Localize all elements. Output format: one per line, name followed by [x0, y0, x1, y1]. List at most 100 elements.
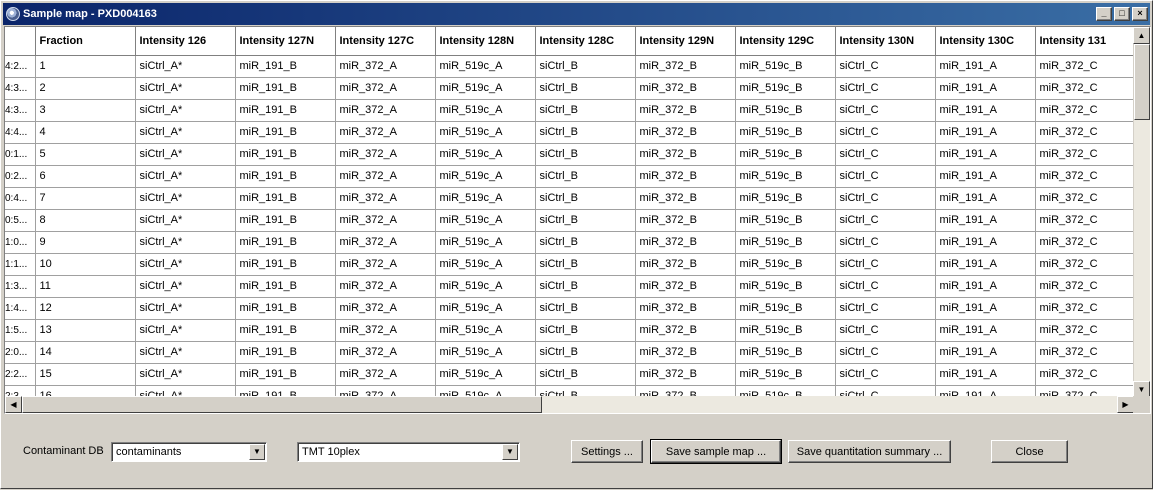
table-cell[interactable]: miR_191_B [235, 165, 336, 188]
close-button[interactable]: Close [991, 440, 1068, 463]
table-cell[interactable]: miR_372_C [1035, 231, 1134, 254]
table-cell[interactable]: 12 [35, 297, 136, 320]
table-row[interactable]: 1:3... 11 siCtrl_A* miR_191_B miR_372_A miR_5… [5, 275, 1134, 298]
table-cell[interactable]: miR_191_A [935, 363, 1036, 386]
row-header-cell[interactable]: 4:2... [5, 55, 36, 78]
table-cell[interactable]: siCtrl_C [835, 143, 936, 166]
table-cell[interactable]: siCtrl_A* [135, 55, 236, 78]
table-cell[interactable]: miR_372_A [335, 121, 436, 144]
table-cell[interactable]: siCtrl_B [535, 231, 636, 254]
table-cell[interactable]: miR_372_C [1035, 209, 1134, 232]
table-cell[interactable]: miR_191_B [235, 143, 336, 166]
table-row[interactable]: 4:3... 2 siCtrl_A* miR_191_B miR_372_A miR_51… [5, 77, 1134, 100]
row-header-cell[interactable]: 0:2... [5, 165, 36, 188]
table-cell[interactable]: siCtrl_A* [135, 297, 236, 320]
table-row[interactable]: 1:1... 10 siCtrl_A* miR_191_B miR_372_A miR_5… [5, 253, 1134, 276]
table-cell[interactable]: siCtrl_B [535, 77, 636, 100]
settings-button[interactable]: Settings ... [571, 440, 643, 463]
table-cell[interactable]: miR_372_C [1035, 341, 1134, 364]
table-cell[interactable]: siCtrl_A* [135, 143, 236, 166]
table-cell[interactable]: siCtrl_A* [135, 165, 236, 188]
table-cell[interactable]: miR_191_A [935, 99, 1036, 122]
table-cell[interactable]: siCtrl_B [535, 275, 636, 298]
table-cell[interactable]: miR_372_B [635, 187, 736, 210]
table-cell[interactable]: siCtrl_B [535, 253, 636, 276]
table-cell[interactable]: miR_372_C [1035, 77, 1134, 100]
table-row[interactable]: 0:4... 7 siCtrl_A* miR_191_B miR_372_A miR_51… [5, 187, 1134, 210]
row-header-cell[interactable]: 2:0... [5, 341, 36, 364]
table-cell[interactable]: miR_372_B [635, 55, 736, 78]
table-cell[interactable]: miR_372_B [635, 297, 736, 320]
table-cell[interactable]: miR_519c_A [435, 231, 536, 254]
table-cell[interactable]: miR_519c_A [435, 77, 536, 100]
table-row[interactable]: 1:5... 13 siCtrl_A* miR_191_B miR_372_A miR_5… [5, 319, 1134, 342]
column-header[interactable]: Intensity 129C [735, 27, 836, 56]
chevron-down-icon[interactable]: ▼ [502, 444, 518, 460]
column-header[interactable]: Intensity 126 [135, 27, 236, 56]
row-header-cell[interactable]: 1:0... [5, 231, 36, 254]
table-cell[interactable]: miR_519c_A [435, 121, 536, 144]
column-header[interactable]: Intensity 131 [1035, 27, 1134, 56]
table-cell[interactable]: siCtrl_C [835, 99, 936, 122]
table-cell[interactable]: siCtrl_A* [135, 253, 236, 276]
table-cell[interactable]: miR_519c_B [735, 275, 836, 298]
table-cell[interactable]: miR_519c_B [735, 297, 836, 320]
table-cell[interactable]: siCtrl_B [535, 319, 636, 342]
table-cell[interactable]: siCtrl_C [835, 297, 936, 320]
table-cell[interactable]: miR_191_A [935, 209, 1036, 232]
table-cell[interactable]: miR_372_C [1035, 297, 1134, 320]
table-cell[interactable]: 10 [35, 253, 136, 276]
table-cell[interactable]: miR_372_B [635, 99, 736, 122]
table-cell[interactable]: miR_372_B [635, 143, 736, 166]
table-cell[interactable]: miR_519c_A [435, 319, 536, 342]
table-cell[interactable]: 7 [35, 187, 136, 210]
table-cell[interactable]: miR_191_A [935, 341, 1036, 364]
table-cell[interactable]: siCtrl_A* [135, 187, 236, 210]
scroll-right-icon[interactable]: ▶ [1117, 396, 1134, 413]
table-row[interactable]: 4:3... 3 siCtrl_A* miR_191_B miR_372_A miR_51… [5, 99, 1134, 122]
table-cell[interactable]: siCtrl_B [535, 297, 636, 320]
table-cell[interactable]: miR_372_A [335, 77, 436, 100]
row-header-cell[interactable]: 4:3... [5, 77, 36, 100]
row-header-cell[interactable]: 1:1... [5, 253, 36, 276]
header-row-label[interactable] [5, 27, 36, 56]
table-cell[interactable]: 13 [35, 319, 136, 342]
table-cell[interactable]: miR_191_B [235, 297, 336, 320]
column-header[interactable]: Intensity 128N [435, 27, 536, 56]
table-cell[interactable]: miR_191_B [235, 275, 336, 298]
table-cell[interactable]: siCtrl_A* [135, 77, 236, 100]
table-cell[interactable]: miR_519c_B [735, 253, 836, 276]
table-cell[interactable]: miR_372_C [1035, 275, 1134, 298]
vertical-scroll-thumb[interactable] [1134, 44, 1150, 120]
table-cell[interactable]: siCtrl_A* [135, 99, 236, 122]
table-row[interactable]: 1:0... 9 siCtrl_A* miR_191_B miR_372_A miR_51… [5, 231, 1134, 254]
row-header-cell[interactable]: 0:1... [5, 143, 36, 166]
table-cell[interactable]: miR_191_B [235, 231, 336, 254]
table-cell[interactable]: miR_372_C [1035, 319, 1134, 342]
table-cell[interactable]: 9 [35, 231, 136, 254]
table-row[interactable]: 0:2... 6 siCtrl_A* miR_191_B miR_372_A miR_51… [5, 165, 1134, 188]
table-cell[interactable]: miR_191_B [235, 187, 336, 210]
table-cell[interactable]: miR_372_B [635, 165, 736, 188]
table-cell[interactable]: miR_191_B [235, 341, 336, 364]
row-header-cell[interactable]: 1:3... [5, 275, 36, 298]
table-cell[interactable]: miR_372_B [635, 319, 736, 342]
minimize-icon[interactable]: _ [1096, 7, 1112, 21]
row-header-cell[interactable]: 1:4... [5, 297, 36, 320]
table-cell[interactable]: miR_519c_A [435, 165, 536, 188]
table-cell[interactable]: siCtrl_C [835, 55, 936, 78]
table-cell[interactable]: siCtrl_B [535, 341, 636, 364]
table-cell[interactable]: siCtrl_C [835, 187, 936, 210]
table-cell[interactable]: miR_191_A [935, 165, 1036, 188]
table-cell[interactable]: miR_372_C [1035, 55, 1134, 78]
table-row[interactable]: 1:4... 12 siCtrl_A* miR_191_B miR_372_A miR_5… [5, 297, 1134, 320]
table-cell[interactable]: miR_519c_A [435, 253, 536, 276]
table-cell[interactable]: miR_519c_B [735, 77, 836, 100]
table-row[interactable]: 2:2... 15 siCtrl_A* miR_191_B miR_372_A miR_5… [5, 363, 1134, 386]
contaminant-db-select[interactable]: contaminants ▼ [111, 442, 267, 462]
table-cell[interactable]: miR_372_B [635, 209, 736, 232]
table-cell[interactable]: 14 [35, 341, 136, 364]
table-cell[interactable]: miR_372_A [335, 297, 436, 320]
table-row[interactable]: 4:4... 4 siCtrl_A* miR_191_B miR_372_A miR_51… [5, 121, 1134, 144]
table-cell[interactable]: miR_191_A [935, 253, 1036, 276]
